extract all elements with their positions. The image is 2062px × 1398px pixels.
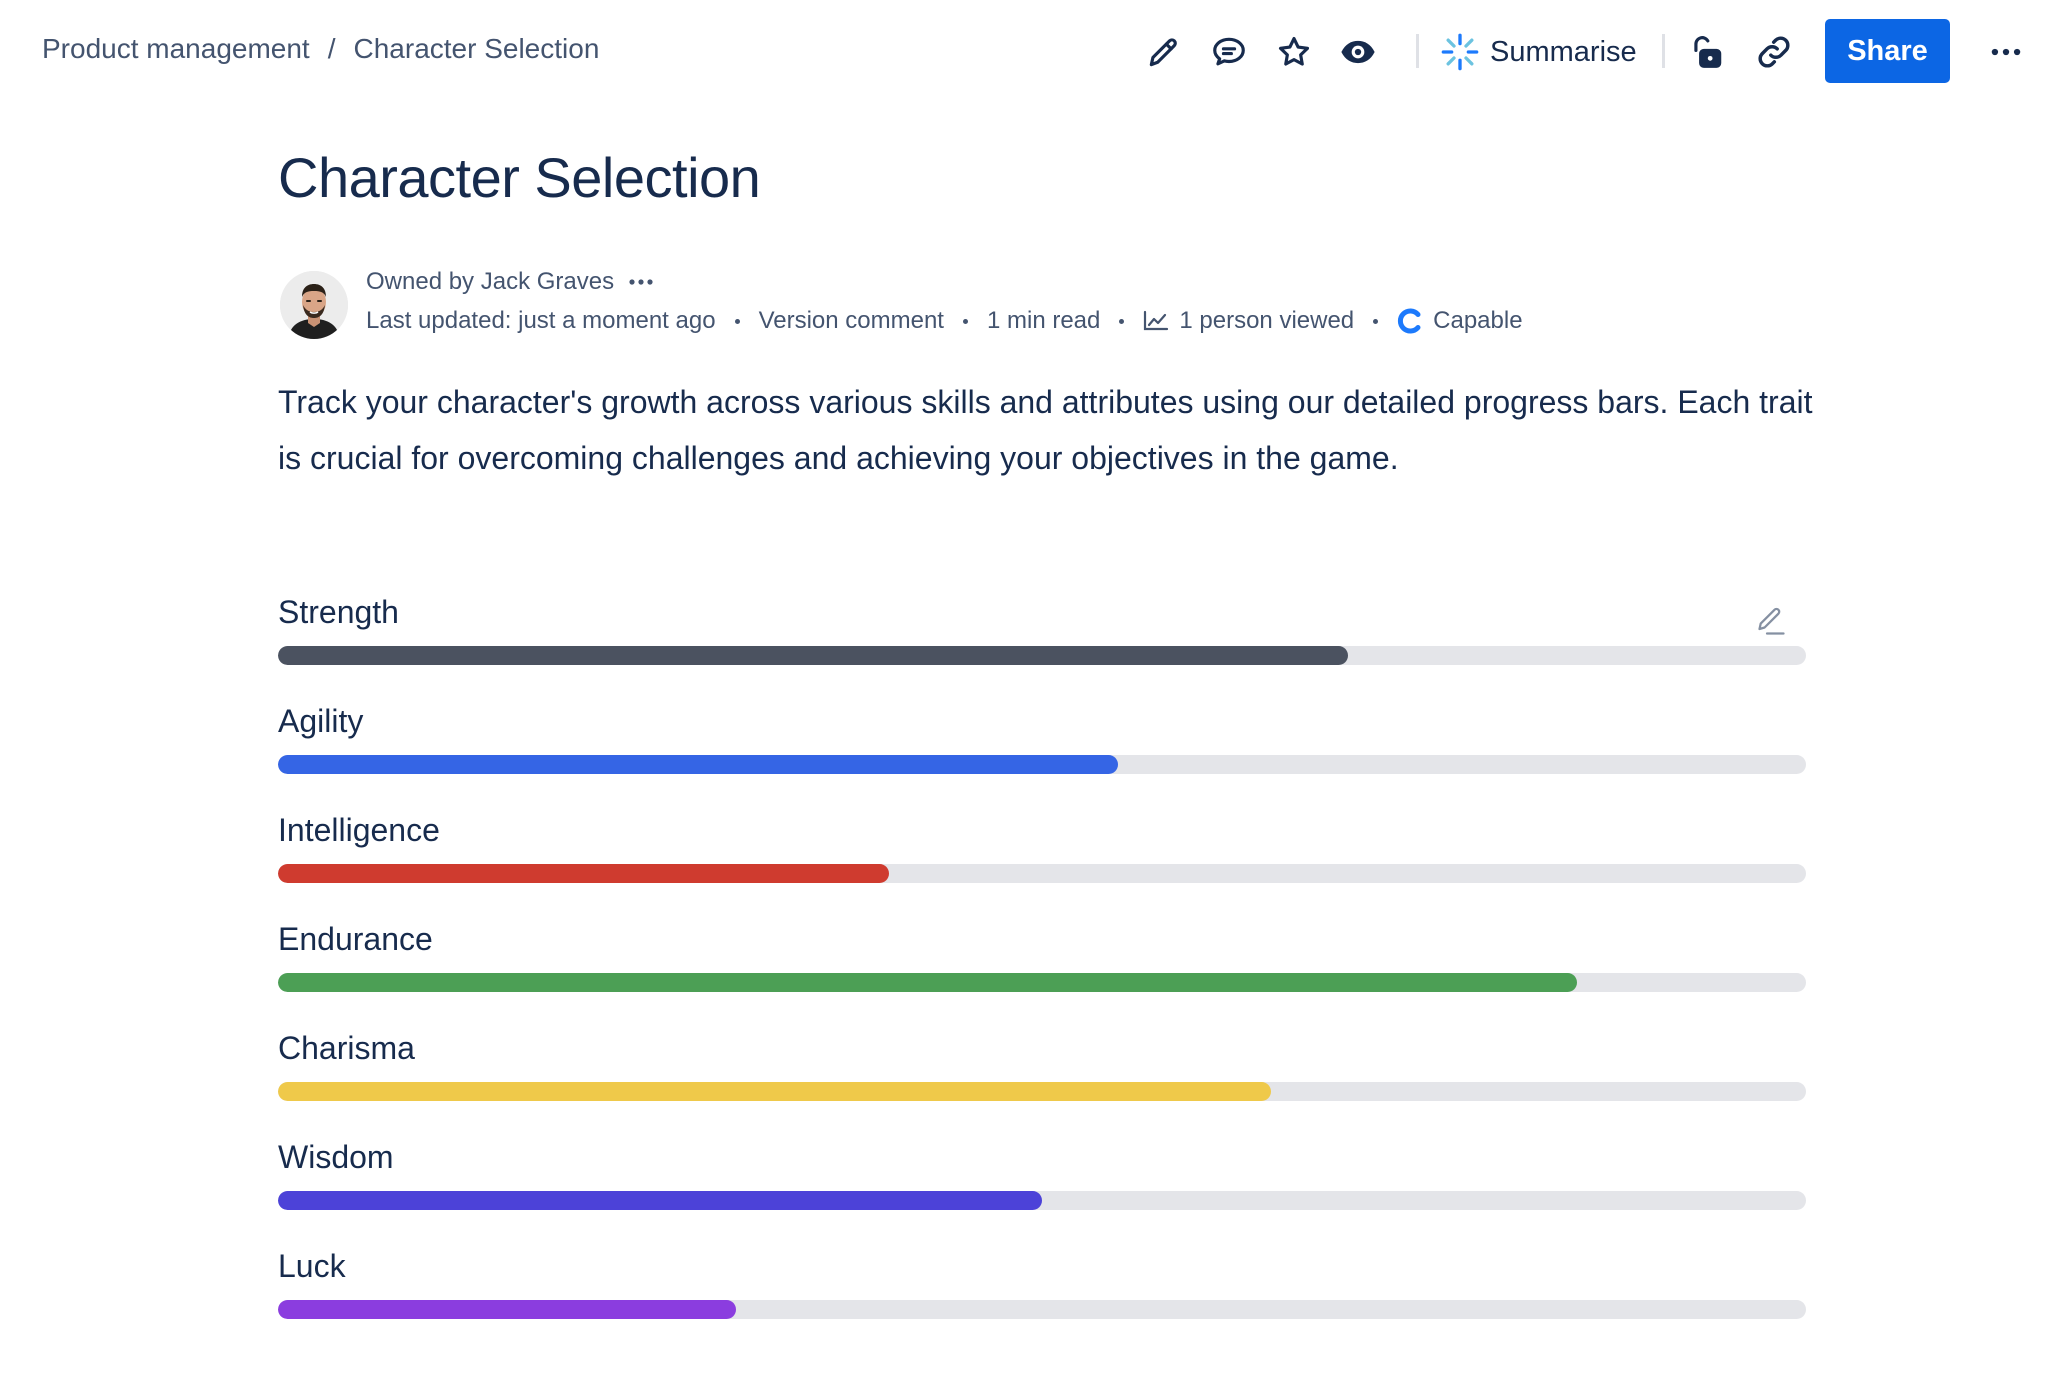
trait-row: Luck bbox=[278, 1244, 1806, 1353]
page-meta: Last updated: just a moment ago Version … bbox=[366, 307, 1523, 335]
progress-track bbox=[278, 1082, 1806, 1101]
status-badge[interactable]: Capable bbox=[1397, 307, 1523, 335]
trait-row: Wisdom bbox=[278, 1135, 1806, 1244]
share-button[interactable]: Share bbox=[1825, 19, 1950, 83]
comment-icon[interactable] bbox=[1207, 30, 1251, 74]
trait-label: Endurance bbox=[278, 921, 433, 957]
breadcrumb-parent-link[interactable]: Product management bbox=[42, 33, 310, 65]
trait-progress-list: Strength Agility Intelligence Endurance Char… bbox=[278, 590, 1806, 1353]
top-bar: Product management / Character Selection bbox=[0, 0, 2062, 104]
read-time: 1 min read bbox=[986, 307, 1101, 334]
analytics-icon bbox=[1144, 310, 1169, 331]
pencil-icon[interactable] bbox=[1142, 30, 1186, 74]
trait-label: Luck bbox=[278, 1248, 346, 1284]
progress-fill bbox=[278, 864, 890, 883]
more-icon[interactable] bbox=[628, 278, 654, 286]
breadcrumb-separator: / bbox=[327, 33, 336, 64]
trait-label: Intelligence bbox=[278, 812, 440, 848]
unlock-icon[interactable] bbox=[1685, 30, 1729, 74]
progress-fill bbox=[278, 1300, 737, 1319]
page-description: Track your character's growth across var… bbox=[278, 384, 1813, 476]
breadcrumb: Product management / Character Selection bbox=[42, 33, 599, 65]
sparkle-icon bbox=[1441, 33, 1479, 71]
progress-fill bbox=[278, 646, 1348, 665]
progress-fill bbox=[278, 755, 1119, 774]
version-comment-link[interactable]: Version comment bbox=[759, 307, 944, 335]
last-updated[interactable]: Last updated: just a moment ago bbox=[366, 307, 716, 335]
toolbar-divider bbox=[1416, 34, 1419, 68]
meta-separator bbox=[1119, 318, 1125, 324]
meta-separator bbox=[734, 318, 740, 324]
page-title: Character Selection bbox=[278, 146, 761, 209]
trait-row: Intelligence bbox=[278, 808, 1806, 917]
meta-separator bbox=[1373, 318, 1379, 324]
meta-separator bbox=[962, 318, 968, 324]
trait-label: Strength bbox=[278, 594, 399, 630]
page: Product management / Character Selection bbox=[0, 0, 2062, 1398]
summarise-button[interactable]: Summarise bbox=[1440, 30, 1637, 74]
page-analytics[interactable]: 1 person viewed bbox=[1143, 307, 1354, 335]
progress-fill bbox=[278, 1191, 1042, 1210]
progress-fill bbox=[278, 973, 1577, 992]
progress-track bbox=[278, 973, 1806, 992]
trait-row: Endurance bbox=[278, 917, 1806, 1026]
toolbar-divider bbox=[1662, 34, 1665, 68]
more-icon[interactable] bbox=[1984, 30, 2028, 74]
summarise-label: Summarise bbox=[1490, 35, 1637, 68]
status-label: Capable bbox=[1433, 307, 1523, 334]
progress-track bbox=[278, 755, 1806, 774]
progress-track bbox=[278, 1191, 1806, 1210]
trait-row: Agility bbox=[278, 699, 1806, 808]
progress-fill bbox=[278, 1082, 1272, 1101]
viewers-count: 1 person viewed bbox=[1179, 307, 1355, 334]
eye-icon[interactable] bbox=[1336, 30, 1380, 74]
progress-track bbox=[278, 1300, 1806, 1319]
trait-label: Charisma bbox=[278, 1030, 415, 1066]
trait-row: Strength bbox=[278, 590, 1806, 699]
star-icon[interactable] bbox=[1272, 30, 1316, 74]
trait-label: Agility bbox=[278, 703, 364, 739]
progress-track bbox=[278, 864, 1806, 883]
owner-text[interactable]: Owned by Jack Graves bbox=[366, 268, 614, 296]
link-icon[interactable] bbox=[1752, 30, 1796, 74]
byline: Owned by Jack Graves bbox=[366, 268, 654, 296]
breadcrumb-current-link[interactable]: Character Selection bbox=[354, 33, 600, 65]
avatar[interactable] bbox=[280, 271, 348, 339]
progress-track bbox=[278, 646, 1806, 665]
trait-row: Charisma bbox=[278, 1026, 1806, 1135]
capable-logo-icon bbox=[1398, 308, 1421, 334]
trait-label: Wisdom bbox=[278, 1139, 394, 1175]
